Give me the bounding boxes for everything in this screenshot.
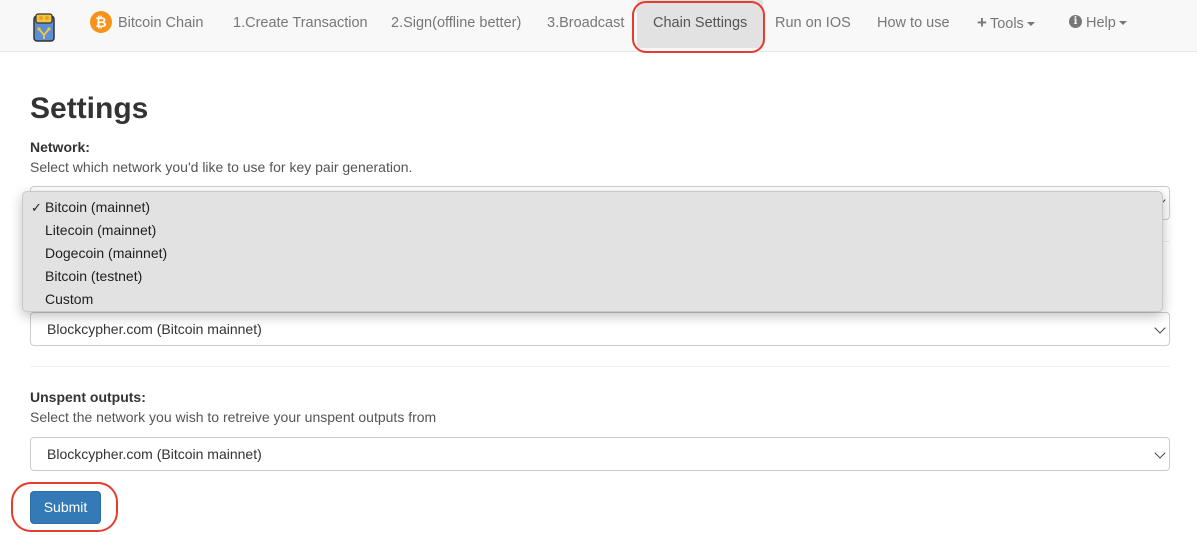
nav-tools-dropdown[interactable]: + Tools (977, 0, 1035, 48)
unspent-outputs-label: Unspent outputs: (30, 389, 146, 405)
submit-button[interactable]: Submit (30, 491, 101, 524)
info-icon: i (1069, 14, 1082, 28)
nav-create-transaction[interactable]: 1.Create Transaction (233, 0, 368, 48)
network-option-litecoin-mainnet[interactable]: Litecoin (mainnet) (23, 219, 1162, 242)
caret-down-icon (1118, 21, 1127, 26)
network-help-text: Select which network you'd like to use f… (30, 159, 413, 175)
option-label: Litecoin (mainnet) (45, 222, 157, 238)
divider (30, 366, 1170, 367)
nav-help-dropdown[interactable]: i Help (1069, 0, 1127, 48)
page-title: Settings (30, 92, 149, 125)
plus-icon: + (977, 13, 987, 32)
chevron-down-icon (1154, 447, 1166, 459)
network-label: Network: (30, 139, 90, 155)
checkmark-icon: ✓ (31, 200, 42, 215)
unspent-outputs-select[interactable]: Blockcypher.com (Bitcoin mainnet) (30, 437, 1170, 471)
bitcoin-icon: ₿ (90, 11, 112, 34)
unspent-outputs-help-text: Select the network you wish to retreive … (30, 409, 437, 425)
nav-how-to-use[interactable]: How to use (877, 0, 950, 48)
top-navbar: ₿ Bitcoin Chain 1.Create Transaction 2.Si… (0, 0, 1197, 52)
network-option-custom[interactable]: Custom (23, 288, 1162, 311)
network-option-dogecoin-mainnet[interactable]: Dogecoin (mainnet) (23, 242, 1162, 265)
nav-brand-label: Bitcoin Chain (118, 15, 204, 31)
caret-down-icon (1026, 22, 1035, 27)
nav-brand-bitcoin-chain[interactable]: ₿ Bitcoin Chain (90, 0, 203, 48)
unspent-outputs-select-value: Blockcypher.com (Bitcoin mainnet) (47, 446, 262, 462)
nav-run-on-ios[interactable]: Run on IOS (775, 0, 851, 48)
option-label: Bitcoin (mainnet) (45, 199, 151, 215)
network-option-bitcoin-testnet[interactable]: Bitcoin (testnet) (23, 265, 1162, 288)
nav-broadcast[interactable]: 3.Broadcast (547, 0, 624, 48)
chevron-down-icon (1154, 322, 1166, 334)
app-logo-icon[interactable] (31, 11, 57, 43)
option-label: Bitcoin (testnet) (45, 268, 143, 284)
nav-chain-settings[interactable]: Chain Settings (637, 0, 764, 48)
nav-help-label: Help (1086, 15, 1116, 31)
broadcast-select-value: Blockcypher.com (Bitcoin mainnet) (47, 321, 262, 337)
option-label: Dogecoin (mainnet) (45, 245, 168, 261)
network-option-bitcoin-mainnet[interactable]: ✓ Bitcoin (mainnet) (23, 196, 1162, 219)
network-dropdown-menu: ✓ Bitcoin (mainnet) Litecoin (mainnet) D… (22, 191, 1163, 312)
nav-tools-label: Tools (989, 16, 1024, 32)
broadcast-select[interactable]: Blockcypher.com (Bitcoin mainnet) (30, 312, 1170, 346)
nav-sign[interactable]: 2.Sign(offline better) (391, 0, 521, 48)
option-label: Custom (45, 291, 94, 307)
